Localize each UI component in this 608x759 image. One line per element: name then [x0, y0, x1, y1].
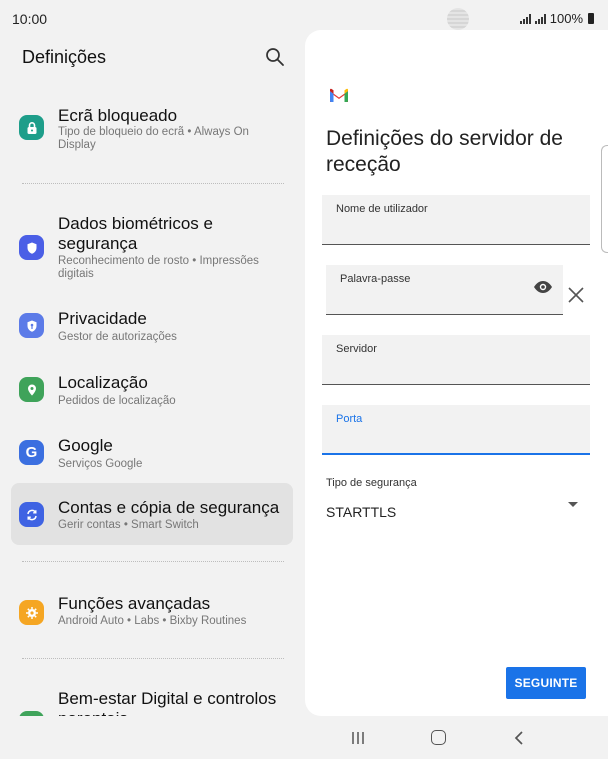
username-field[interactable]: Nome de utilizador — [322, 195, 590, 245]
security-type-label: Tipo de segurança — [326, 477, 417, 489]
port-field[interactable]: Porta — [322, 405, 590, 455]
username-label: Nome de utilizador — [336, 203, 428, 215]
settings-item-subtitle: Android Auto • Labs • Bixby Routines — [58, 615, 247, 627]
settings-item-lock-screen[interactable]: Ecrã bloqueado Tipo de bloqueio do ecrã … — [11, 100, 293, 160]
settings-item-title: Privacidade — [58, 309, 147, 328]
settings-item-subtitle: Gerir contas • Smart Switch — [58, 519, 199, 531]
settings-item-title: Ecrã bloqueado — [58, 106, 178, 125]
password-label: Palavra-passe — [340, 273, 411, 285]
settings-title: Definições — [22, 47, 107, 67]
location-pin-icon — [19, 377, 44, 402]
settings-item-title: Google — [58, 436, 113, 455]
settings-item-location[interactable]: Localização Pedidos de localização — [11, 364, 293, 414]
settings-item-biometrics[interactable]: Dados biométricos e segurança Reconhecim… — [11, 208, 293, 286]
status-bar: 10:00 100% — [0, 0, 608, 34]
settings-item-subtitle: Pedidos de localização — [58, 395, 176, 407]
security-type-select[interactable]: STARTTLS — [326, 504, 396, 520]
settings-item-google[interactable]: G Google Serviços Google — [11, 427, 293, 477]
server-settings-panel: Definições do servidor de receção Nome d… — [305, 30, 608, 716]
signal-icon — [534, 13, 547, 24]
settings-item-accounts[interactable]: Contas e cópia de segurança Gerir contas… — [11, 483, 293, 545]
shield-icon — [19, 235, 44, 260]
gmail-logo-icon — [329, 88, 349, 102]
settings-item-advanced-features[interactable]: Funções avançadas Android Auto • Labs • … — [11, 589, 293, 639]
settings-panel: Definições Ecrã bloqueado Tipo de bloque… — [0, 34, 304, 716]
lock-icon — [19, 115, 44, 140]
gear-star-icon — [19, 600, 44, 625]
settings-item-title: Dados biométricos e segurança — [58, 214, 213, 253]
back-icon[interactable] — [513, 730, 525, 746]
edge-panel-handle[interactable] — [601, 145, 608, 253]
status-icons: 100% — [519, 11, 594, 26]
port-label: Porta — [336, 413, 363, 425]
server-field[interactable]: Servidor — [322, 335, 590, 385]
next-button[interactable]: SEGUINTE — [506, 667, 586, 699]
settings-item-title: Localização — [58, 373, 148, 392]
settings-item-title: Funções avançadas — [58, 594, 211, 613]
privacy-icon — [19, 313, 44, 338]
divider — [22, 183, 284, 184]
search-icon[interactable] — [264, 46, 286, 68]
password-field[interactable]: Palavra-passe — [326, 265, 563, 315]
server-label: Servidor — [336, 343, 377, 355]
settings-item-title: Bem-estar Digital e controlos parentais — [58, 689, 277, 716]
show-password-icon[interactable] — [533, 280, 553, 294]
front-camera — [447, 8, 469, 30]
chevron-down-icon[interactable] — [568, 502, 578, 507]
battery-percent: 100% — [549, 11, 583, 26]
settings-item-title: Contas e cópia de segurança — [58, 498, 280, 517]
settings-item-subtitle: Tipo de bloqueio do ecrã • Always On Dis… — [58, 126, 249, 151]
settings-item-subtitle: Gestor de autorizações — [58, 331, 177, 343]
battery-icon — [588, 13, 594, 24]
divider — [22, 658, 284, 659]
divider — [22, 561, 284, 562]
status-time: 10:00 — [12, 11, 48, 27]
home-icon[interactable] — [431, 730, 446, 745]
settings-item-privacy[interactable]: Privacidade Gestor de autorizações — [11, 300, 293, 350]
close-icon[interactable] — [567, 286, 585, 304]
signal-icon — [519, 13, 532, 24]
page-title: Definições do servidor de receção — [326, 127, 563, 176]
google-icon: G — [19, 440, 44, 465]
settings-item-digital-wellbeing[interactable]: Bem-estar Digital e controlos parentais — [11, 684, 293, 716]
recent-apps-icon[interactable] — [351, 731, 365, 745]
navigation-bar — [0, 716, 608, 759]
sync-icon — [19, 502, 44, 527]
settings-item-subtitle: Serviços Google — [58, 458, 143, 470]
settings-item-subtitle: Reconhecimento de rosto • Impressões dig… — [58, 255, 259, 280]
